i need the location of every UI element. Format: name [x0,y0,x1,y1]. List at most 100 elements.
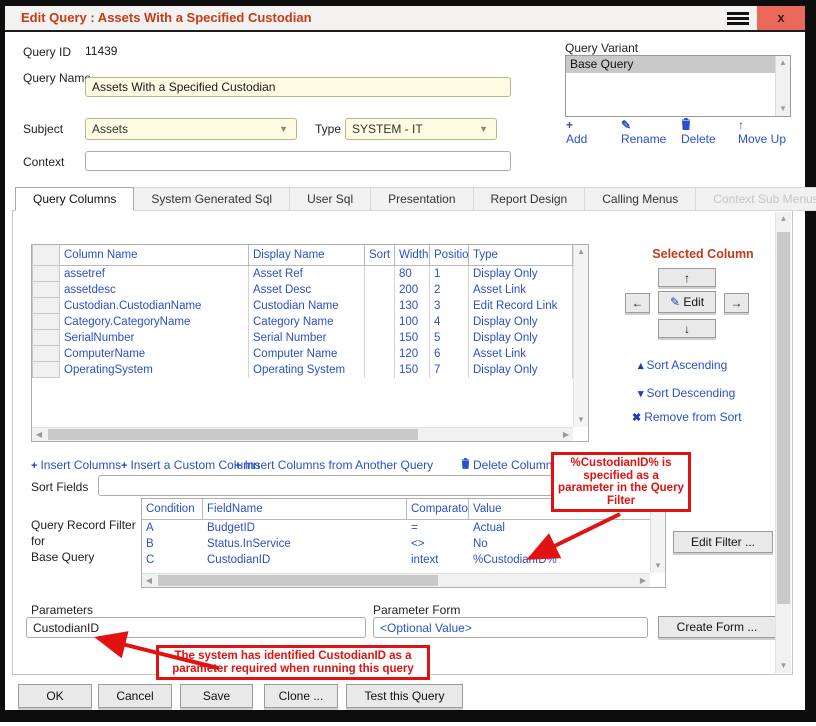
table-row[interactable]: Category.CategoryNameCategory Name1004Di… [32,314,588,330]
filter-row[interactable]: BStatus.InService<>No [142,536,665,552]
table-row[interactable]: ComputerNameComputer Name1206Asset Link [32,346,588,362]
table-cell[interactable]: Display Only [469,330,573,346]
variant-delete-button[interactable]: Delete [681,118,716,146]
filter-column-header[interactable]: Condition [142,499,203,520]
row-selector[interactable] [32,314,60,330]
filter-cell[interactable]: = [407,520,469,536]
table-cell[interactable]: 150 [395,330,430,346]
table-cell[interactable]: SerialNumber [60,330,249,346]
footer-button-ok[interactable]: OK [18,684,92,708]
filter-column-header[interactable]: FieldName [203,499,407,520]
table-cell[interactable]: Display Only [469,314,573,330]
table-cell[interactable] [365,266,395,282]
table-row[interactable]: assetdescAsset Desc2002Asset Link [32,282,588,298]
filter-cell[interactable]: Status.InService [203,536,407,552]
column-header[interactable]: Column Name [60,245,249,266]
filter-cell[interactable]: B [142,536,203,552]
table-cell[interactable]: Asset Ref [249,266,365,282]
sort-descending-link[interactable]: ▾Sort Descending [638,386,735,400]
scroll-down-icon[interactable]: ▼ [776,102,790,116]
row-selector[interactable] [32,266,60,282]
move-column-left-button[interactable]: ← [625,293,650,313]
table-cell[interactable]: assetref [60,266,249,282]
table-cell[interactable] [365,282,395,298]
columns-table-vscrollbar[interactable]: ▲ ▼ [573,245,588,427]
table-cell[interactable]: Custodian.CustodianName [60,298,249,314]
title-bar[interactable]: Edit Query : Assets With a Specified Cus… [5,6,805,32]
filter-column-header[interactable]: Comparator [407,499,469,520]
menu-icon[interactable] [727,12,749,26]
edit-filter-button[interactable]: Edit Filter ... [673,531,773,553]
table-cell[interactable]: 2 [430,282,469,298]
footer-button-clone[interactable]: Clone ... [264,684,338,708]
panel-vscrollbar[interactable]: ▲ ▼ [775,212,791,673]
table-cell[interactable]: Serial Number [249,330,365,346]
hscroll-thumb[interactable] [48,429,418,440]
table-cell[interactable]: Category.CategoryName [60,314,249,330]
filter-cell[interactable]: <> [407,536,469,552]
move-column-down-button[interactable]: ↓ [658,319,716,338]
table-cell[interactable]: 130 [395,298,430,314]
move-column-right-button[interactable]: → [724,293,749,313]
column-header[interactable]: Type [469,245,573,266]
filter-cell[interactable]: BudgetID [203,520,407,536]
scroll-right-icon[interactable]: ▶ [559,428,573,442]
filter-cell[interactable]: intext [407,552,469,568]
table-cell[interactable]: 120 [395,346,430,362]
table-row[interactable]: Custodian.CustodianNameCustodian Name130… [32,298,588,314]
tab-query-columns[interactable]: Query Columns [15,187,134,211]
scroll-down-icon[interactable]: ▼ [651,559,665,573]
filter-cell[interactable]: Actual [469,520,652,536]
filter-cell[interactable]: No [469,536,652,552]
close-button[interactable]: x [757,6,805,30]
filter-cell[interactable]: C [142,552,203,568]
context-input[interactable] [85,151,511,171]
row-selector[interactable] [32,330,60,346]
move-column-up-button[interactable]: ↑ [658,268,716,287]
table-cell[interactable]: 5 [430,330,469,346]
table-cell[interactable]: 4 [430,314,469,330]
table-cell[interactable]: 100 [395,314,430,330]
table-cell[interactable]: Asset Link [469,346,573,362]
tab-calling-menus[interactable]: Calling Menus [585,187,696,211]
table-cell[interactable] [365,298,395,314]
hscroll-thumb[interactable] [158,575,438,586]
footer-button-save[interactable]: Save [180,684,253,708]
tab-report-design[interactable]: Report Design [474,187,586,211]
table-cell[interactable]: 200 [395,282,430,298]
filter-cell[interactable]: %CustodianID% [469,552,652,568]
column-header[interactable]: Display Name [249,245,365,266]
edit-column-button[interactable]: ✎ Edit [658,291,716,313]
tab-user-sql[interactable]: User Sql [290,187,371,211]
scroll-right-icon[interactable]: ▶ [636,574,650,588]
variant-move-up-button[interactable]: ↑ Move Up [738,118,786,146]
vscroll-thumb[interactable] [777,232,790,604]
columns-table-hscrollbar[interactable]: ◀ ▶ [32,427,573,441]
column-header[interactable] [32,245,60,266]
insert-columns-link[interactable]: +Insert Columns [31,458,121,472]
row-selector[interactable] [32,362,60,378]
filter-row[interactable]: ABudgetID=Actual [142,520,665,536]
table-cell[interactable] [365,362,395,378]
query-name-input[interactable] [85,77,511,97]
table-cell[interactable]: 3 [430,298,469,314]
table-cell[interactable]: Edit Record Link [469,298,573,314]
table-cell[interactable]: 1 [430,266,469,282]
row-selector[interactable] [32,346,60,362]
row-selector[interactable] [32,298,60,314]
table-cell[interactable]: OperatingSystem [60,362,249,378]
insert-columns-from-query-link[interactable]: +Insert Columns from Another Query [235,458,433,472]
variant-add-button[interactable]: + Add [566,118,587,146]
subject-select[interactable]: Assets ▼ [85,118,297,140]
filter-cell[interactable]: A [142,520,203,536]
row-selector[interactable] [32,282,60,298]
scroll-up-icon[interactable]: ▲ [776,56,790,70]
table-cell[interactable]: Operating System [249,362,365,378]
column-header[interactable]: Width [395,245,430,266]
parameter-form-input[interactable] [373,617,648,638]
variant-list-item[interactable]: Base Query [566,56,775,73]
delete-columns-link[interactable]: Delete Columns [461,458,558,472]
table-cell[interactable]: Display Only [469,266,573,282]
table-cell[interactable]: 7 [430,362,469,378]
table-cell[interactable]: Display Only [469,362,573,378]
